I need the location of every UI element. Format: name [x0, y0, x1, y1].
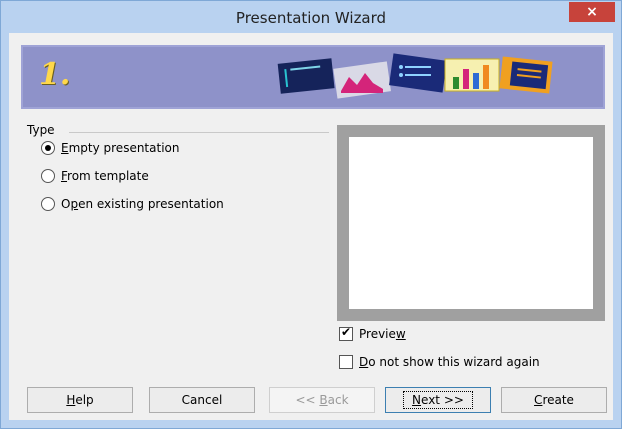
radio-button[interactable]	[41, 169, 55, 183]
create-button-label: Create	[534, 393, 574, 407]
wizard-banner: 1.	[21, 45, 605, 109]
do-not-show-checkbox[interactable]	[339, 355, 353, 369]
bar-chart-slide-icon	[444, 58, 500, 92]
help-button[interactable]: Help	[27, 387, 133, 413]
preview-checkbox-label: Preview	[359, 327, 406, 341]
type-group-divider	[69, 132, 329, 133]
close-button[interactable]: ×	[569, 2, 615, 22]
dark-slide-icon	[277, 58, 335, 94]
radio-open-existing[interactable]: Open existing presentation	[41, 197, 224, 211]
step-number: 1.	[39, 57, 71, 92]
radio-label: Empty presentation	[61, 141, 180, 155]
list-slide-icon	[389, 53, 447, 93]
radio-label: From template	[61, 169, 149, 183]
radio-button[interactable]	[41, 141, 55, 155]
radio-button[interactable]	[41, 197, 55, 211]
create-button[interactable]: Create	[501, 387, 607, 413]
cancel-button[interactable]: Cancel	[149, 387, 255, 413]
preview-canvas	[349, 137, 593, 309]
preview-checkbox-row[interactable]: Preview	[339, 325, 406, 341]
orange-slide-icon	[499, 56, 553, 94]
next-button-label: Next >>	[403, 391, 473, 409]
next-button[interactable]: Next >>	[385, 387, 491, 413]
cancel-button-label: Cancel	[181, 393, 223, 407]
type-group-label: Type	[27, 123, 55, 137]
presentation-wizard-window: Presentation Wizard × 1. Type Empty pres…	[0, 0, 622, 429]
do-not-show-checkbox-row[interactable]: Do not show this wizard again	[339, 355, 540, 369]
dialog-body: 1. Type Empty presentation From template…	[9, 33, 613, 420]
preview-checkbox[interactable]	[339, 325, 353, 341]
title-bar[interactable]: Presentation Wizard ×	[1, 1, 621, 33]
help-button-label: Help	[66, 393, 94, 407]
preview-panel	[337, 125, 605, 321]
back-button-label: << Back	[295, 393, 349, 407]
back-button[interactable]: << Back	[269, 387, 375, 413]
chart-slide-icon	[333, 61, 391, 99]
window-title: Presentation Wizard	[235, 9, 387, 27]
radio-from-template[interactable]: From template	[41, 169, 149, 183]
do-not-show-label: Do not show this wizard again	[359, 355, 540, 369]
radio-label: Open existing presentation	[61, 197, 224, 211]
radio-empty-presentation[interactable]: Empty presentation	[41, 141, 179, 155]
